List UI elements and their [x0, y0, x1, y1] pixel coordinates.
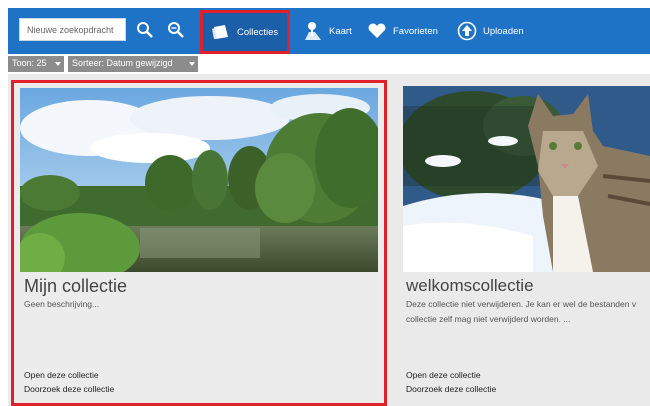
- nav-favorieten[interactable]: Favorieten: [367, 8, 438, 54]
- collection-description: Deze collectie niet verwijderen. Je kan …: [406, 299, 637, 324]
- collection-title[interactable]: Mijn collectie: [24, 276, 127, 297]
- sorteer-dropdown[interactable]: Sorteer: Datum gewijzigd: [68, 56, 198, 72]
- nav-kaart[interactable]: Kaart: [303, 8, 352, 54]
- nav-collecties[interactable]: Collecties: [200, 10, 290, 54]
- toon-dropdown[interactable]: Toon: 25: [8, 56, 64, 72]
- collection-title[interactable]: welkomscollectie: [406, 276, 534, 296]
- collection-icon: [211, 23, 231, 41]
- heart-icon: [367, 23, 387, 39]
- chevron-down-icon: [55, 62, 61, 66]
- nav-favorieten-label: Favorieten: [393, 25, 438, 37]
- upload-icon: [457, 21, 477, 41]
- toon-label: Toon: 25: [12, 58, 47, 68]
- search-icon[interactable]: [135, 20, 155, 40]
- map-pin-icon: [303, 20, 323, 42]
- filter-bar: Toon: 25 Sorteer: Datum gewijzigd: [8, 56, 650, 73]
- nav-uploaden-label: Uploaden: [483, 25, 524, 37]
- collection-photo-lake[interactable]: [20, 88, 378, 272]
- top-toolbar: Nieuwe zoekopdracht Kaart Favorieten Upl…: [8, 8, 650, 54]
- nav-kaart-label: Kaart: [329, 25, 352, 37]
- search-collection-link[interactable]: Doorzoek deze collectie: [24, 384, 114, 394]
- nav-collecties-label: Collecties: [237, 26, 279, 38]
- collection-photo-cat[interactable]: [403, 86, 650, 272]
- chevron-down-icon: [189, 62, 195, 66]
- search-input[interactable]: Nieuwe zoekopdracht: [19, 18, 126, 41]
- sorteer-label: Sorteer: Datum gewijzigd: [72, 58, 173, 68]
- open-collection-link[interactable]: Open deze collectie: [406, 370, 481, 380]
- advanced-search-icon[interactable]: [166, 20, 186, 40]
- collection-description: Geen beschrijving...: [24, 299, 100, 309]
- search-collection-link[interactable]: Doorzoek deze collectie: [406, 384, 496, 394]
- nav-uploaden[interactable]: Uploaden: [457, 8, 524, 54]
- open-collection-link[interactable]: Open deze collectie: [24, 370, 99, 380]
